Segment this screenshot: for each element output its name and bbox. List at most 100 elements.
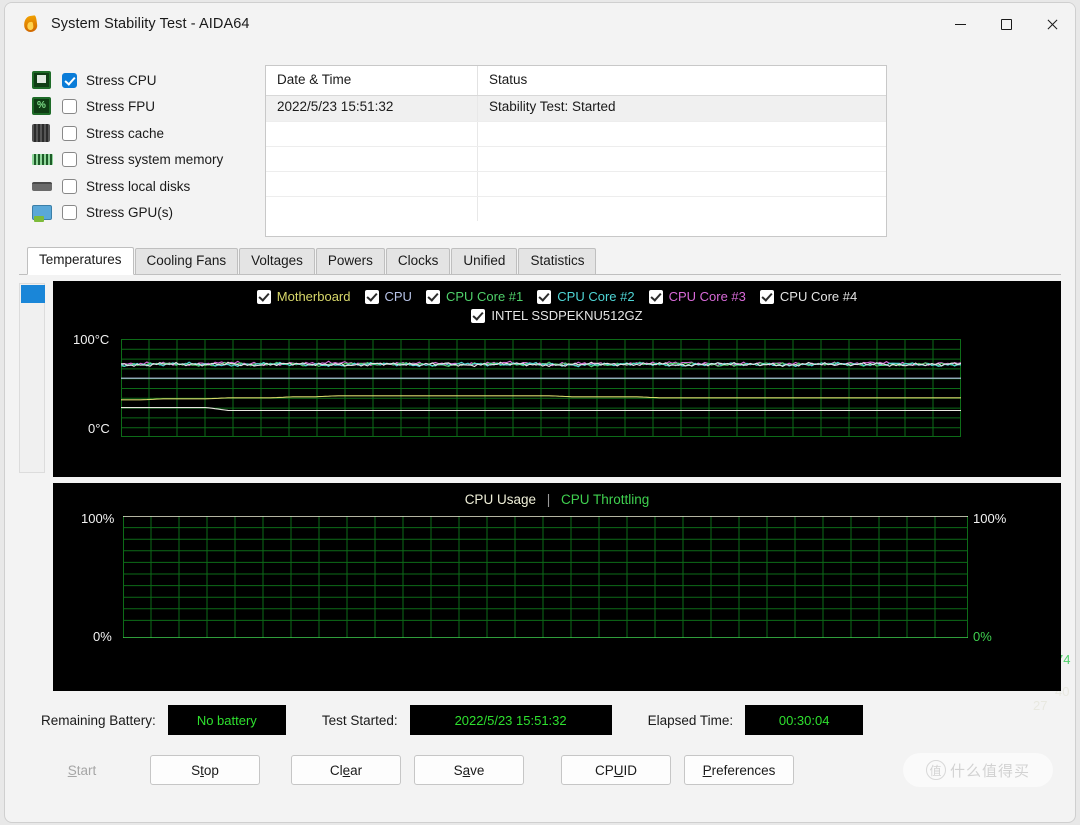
watermark-badge: 值 [925, 760, 946, 780]
stress-cache-checkbox[interactable] [62, 125, 77, 141]
legend-label: CPU [384, 289, 412, 304]
legend-label: CPU Core #1 [445, 289, 524, 304]
stress-cpu-label: Stress CPU [86, 72, 157, 88]
tab-statistics[interactable]: Statistics [518, 248, 597, 274]
tab-unified[interactable]: Unified [451, 248, 518, 274]
usage-right-bottom-label: 0% [973, 629, 992, 644]
legend-label: CPU Core #4 [779, 289, 858, 304]
table-row-empty [266, 196, 886, 221]
tab-clocks[interactable]: Clocks [385, 248, 451, 274]
tab-bar: Temperatures Cooling Fans Voltages Power… [19, 247, 1061, 275]
legend-label: INTEL SSDPEKNU512GZ [491, 308, 643, 323]
stress-option-disks[interactable]: Stress local disks [32, 173, 249, 200]
legend-item-cpu-core-4[interactable]: CPU Core #4 [759, 289, 858, 304]
table-row-empty [266, 121, 886, 146]
tab-cooling-fans[interactable]: Cooling Fans [134, 248, 239, 274]
tab-temperatures[interactable]: Temperatures [27, 247, 134, 275]
chart-panels: Motherboard CPU CPU Core #1 CPU Core #2 … [53, 281, 1070, 713]
vertical-scrollbar[interactable] [19, 283, 45, 473]
stress-disks-checkbox[interactable] [62, 178, 77, 194]
usage-axis-top-label: 100% [81, 511, 115, 526]
stress-cpu-checkbox[interactable] [62, 72, 77, 88]
legend-item-cpu[interactable]: CPU [364, 289, 412, 304]
close-button[interactable] [1029, 3, 1075, 45]
legend-label: Motherboard [276, 289, 351, 304]
stress-fpu-label: Stress FPU [86, 99, 156, 115]
temp-value-ssd: 27 [1033, 698, 1048, 713]
window-title: System Stability Test - AIDA64 [51, 16, 250, 32]
legend-label-cpu-usage[interactable]: CPU Usage [465, 492, 536, 507]
disk-icon [32, 177, 54, 196]
legend-item-cpu-core-2[interactable]: CPU Core #2 [537, 289, 635, 304]
legend-checkbox[interactable] [364, 289, 379, 304]
table-row-empty [266, 146, 886, 171]
legend-item-cpu-core-3[interactable]: CPU Core #3 [648, 289, 746, 304]
stress-memory-checkbox[interactable] [62, 152, 77, 168]
cell-datetime: 2022/5/23 15:51:32 [266, 96, 478, 121]
scrollbar-thumb[interactable] [21, 285, 45, 303]
stress-cache-label: Stress cache [86, 125, 165, 141]
column-header-datetime: Date & Time [266, 66, 478, 95]
legend-item-motherboard[interactable]: Motherboard [256, 289, 351, 304]
maximize-button[interactable] [983, 3, 1029, 45]
flame-icon [21, 14, 41, 34]
temperature-chart: Motherboard CPU CPU Core #1 CPU Core #2 … [53, 281, 1070, 713]
event-log-table[interactable]: Date & Time Status 2022/5/23 15:51:32 St… [265, 65, 887, 237]
cpuid-button[interactable]: CPUID [561, 755, 671, 785]
window-body: Stress CPU % Stress FPU Stress cache Str… [5, 45, 1075, 822]
memory-icon [32, 150, 54, 169]
legend-checkbox[interactable] [759, 289, 774, 304]
stress-option-cache[interactable]: Stress cache [32, 120, 249, 147]
watermark-text: 什么值得买 [949, 761, 1030, 780]
usage-chart-legend: CPU Usage | CPU Throttling [53, 492, 1061, 507]
table-header: Date & Time Status [266, 66, 886, 96]
stress-option-cpu[interactable]: Stress CPU [32, 67, 249, 94]
legend-checkbox[interactable] [425, 289, 440, 304]
preferences-button[interactable]: Preferences [684, 755, 794, 785]
clear-button[interactable]: Clear [291, 755, 401, 785]
legend-item-cpu-core-1[interactable]: CPU Core #1 [425, 289, 524, 304]
stress-option-gpu[interactable]: Stress GPU(s) [32, 200, 249, 227]
title-bar: System Stability Test - AIDA64 [5, 3, 1075, 45]
legend-item-ssd[interactable]: INTEL SSDPEKNU512GZ [471, 308, 643, 323]
stress-option-memory[interactable]: Stress system memory [32, 147, 249, 174]
status-strip: Remaining Battery: No battery Test Start… [19, 705, 1061, 735]
column-header-status: Status [489, 72, 528, 87]
legend-label: CPU Core #2 [557, 289, 635, 304]
stop-button[interactable]: Stop [150, 755, 260, 785]
table-row[interactable]: 2022/5/23 15:51:32 Stability Test: Start… [266, 96, 886, 121]
tab-voltages[interactable]: Voltages [239, 248, 315, 274]
elapsed-time-value: 00:30:04 [745, 705, 864, 735]
temperature-legend: Motherboard CPU CPU Core #1 CPU Core #2 … [53, 289, 1061, 323]
temperature-plot [121, 339, 961, 437]
legend-label-cpu-throttling[interactable]: CPU Throttling [561, 492, 649, 507]
legend-checkbox[interactable] [648, 289, 663, 304]
legend-checkbox[interactable] [537, 289, 552, 304]
cpu-usage-chart: CPU Usage | CPU Throttling 100% 0% 100% … [53, 483, 1061, 691]
stress-disks-label: Stress local disks [86, 178, 191, 194]
legend-label: CPU Core #3 [668, 289, 746, 304]
stress-option-fpu[interactable]: % Stress FPU [32, 94, 249, 121]
button-bar: Start Stop Clear Save CPUID Preferences … [19, 753, 1061, 787]
legend-checkbox[interactable] [256, 289, 271, 304]
minimize-button[interactable] [937, 3, 983, 45]
stress-options-list: Stress CPU % Stress FPU Stress cache Str… [19, 65, 249, 237]
fpu-icon: % [32, 97, 54, 116]
usage-axis-bottom-label: 0% [93, 629, 112, 644]
test-started-value: 2022/5/23 15:51:32 [409, 705, 612, 735]
temp-axis-bottom-label: 0°C [88, 421, 110, 436]
cell-status: Stability Test: Started [489, 99, 616, 114]
legend-checkbox[interactable] [471, 308, 486, 323]
stress-fpu-checkbox[interactable] [62, 99, 77, 115]
app-window: System Stability Test - AIDA64 Stress CP… [4, 2, 1076, 823]
battery-value: No battery [167, 705, 286, 735]
elapsed-time-label: Elapsed Time: [647, 712, 734, 728]
tab-powers[interactable]: Powers [315, 248, 385, 274]
save-button[interactable]: Save [414, 755, 524, 785]
stress-gpu-checkbox[interactable] [62, 205, 77, 221]
legend-separator: | [546, 492, 551, 507]
watermark: 值 什么值得买 [903, 753, 1053, 787]
cpu-usage-plot [123, 516, 968, 638]
graph-scroll-column [19, 281, 49, 691]
test-started-label: Test Started: [321, 712, 398, 728]
